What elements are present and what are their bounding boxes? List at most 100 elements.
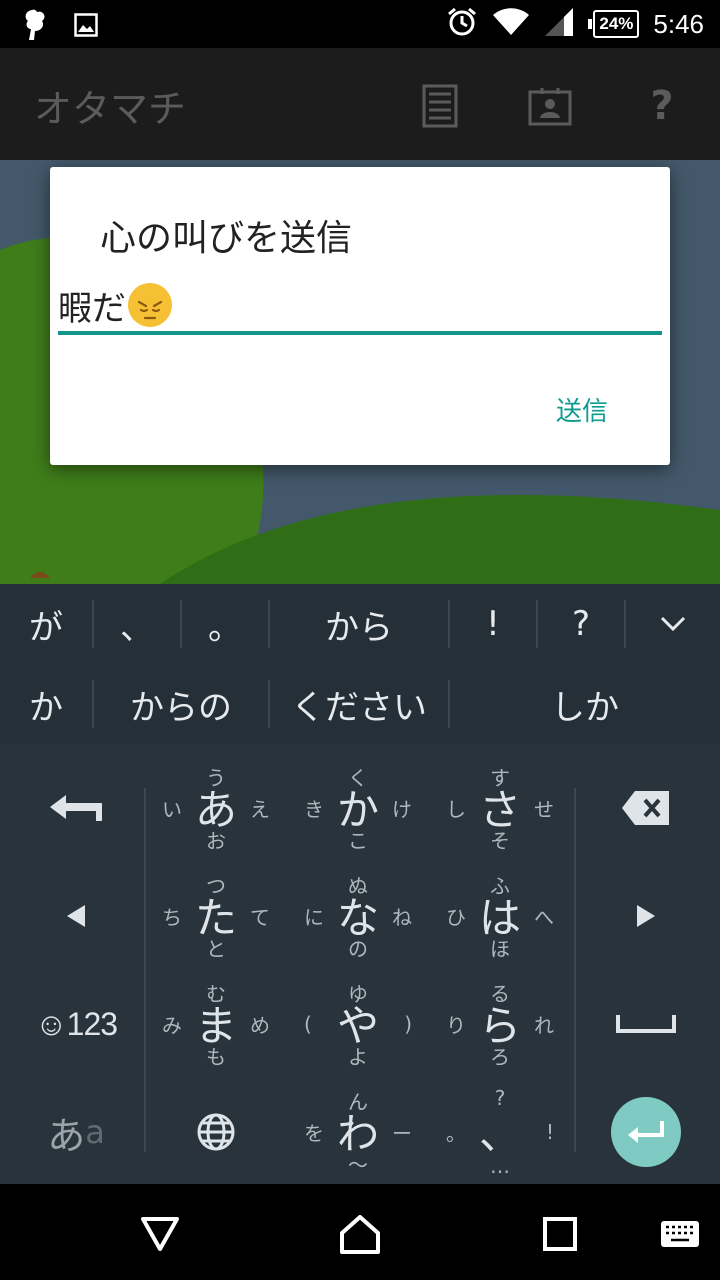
flick-left-label: し: [446, 797, 466, 822]
pensive-face-emoji-icon: [128, 283, 172, 327]
list-button[interactable]: [418, 84, 462, 128]
kana-key-na[interactable]: ぬ に な ね の: [288, 862, 428, 970]
home-icon: [340, 1215, 380, 1254]
flick-right-label: れ: [534, 1013, 554, 1038]
app-bar: オタマチ ?: [0, 48, 720, 160]
flick-down-label: と: [206, 937, 226, 961]
flick-left-label: に: [304, 905, 324, 930]
home-button[interactable]: [334, 1208, 386, 1260]
shout-dialog: 心の叫びを送信 暇だ 送信: [50, 167, 670, 465]
space-bar-icon: [616, 1015, 676, 1033]
flick-right-label: ー: [392, 1121, 412, 1146]
kana-key-ma[interactable]: む み ま め も: [146, 970, 286, 1078]
flick-down-label: ろ: [490, 1045, 510, 1069]
expand-candidates-button[interactable]: [626, 584, 720, 664]
flick-left-label: り: [446, 1013, 466, 1038]
flick-keyboard: ☺123 あa う い あ え お く き か け こ す し さ せ そ つ …: [0, 744, 720, 1184]
recents-button[interactable]: [534, 1208, 586, 1260]
candidate-item[interactable]: !: [450, 584, 536, 664]
candidate-row-1: が 、 。 から ! ?: [0, 584, 720, 664]
wifi-icon: [492, 7, 530, 41]
candidate-item[interactable]: 、: [94, 584, 180, 664]
flick-down-label: よ: [348, 1045, 368, 1069]
kana-key-ra[interactable]: る り ら れ ろ: [430, 970, 570, 1078]
kana-key-wa[interactable]: ん を わ ー 〜: [288, 1078, 428, 1186]
language-switch-key[interactable]: [146, 1078, 286, 1186]
message-text: 暇だ: [58, 288, 126, 329]
keyboard-switch-button[interactable]: [654, 1208, 706, 1260]
flick-down-label: 〜: [348, 1153, 368, 1177]
flick-right-label: せ: [534, 797, 554, 822]
triangle-left-icon: [67, 905, 85, 927]
flick-down-label: の: [348, 937, 368, 961]
back-triangle-icon: [141, 1217, 179, 1251]
dialog-title: 心の叫びを送信: [100, 218, 353, 259]
flick-down-label: こ: [348, 829, 368, 853]
send-button[interactable]: 送信: [556, 391, 608, 428]
alphabet-mode-label: a: [85, 1113, 105, 1151]
flick-left-label: ち: [162, 905, 182, 930]
flick-right-label: え: [250, 797, 270, 822]
flick-down-label: そ: [490, 829, 510, 853]
help-button[interactable]: ?: [640, 83, 684, 129]
kana-key-ya[interactable]: ゆ ( や ) よ: [288, 970, 428, 1078]
candidate-item[interactable]: か: [0, 664, 92, 744]
flick-left-label: き: [304, 797, 324, 822]
flick-down-label: ほ: [490, 937, 510, 961]
undo-key[interactable]: [6, 754, 146, 862]
alarm-icon: [446, 6, 478, 42]
flick-right-label: ね: [392, 905, 412, 930]
clock: 5:46: [653, 8, 704, 39]
cursor-left-key[interactable]: [6, 862, 146, 970]
kana-key-ha[interactable]: ふ ひ は へ ほ: [430, 862, 570, 970]
backspace-key[interactable]: [576, 754, 716, 862]
input-mode-key[interactable]: あa: [6, 1078, 146, 1186]
undo-arrow-icon: [50, 795, 102, 821]
candidate-item[interactable]: しか: [450, 664, 720, 744]
image-notification-icon: [74, 13, 98, 41]
enter-key[interactable]: [576, 1078, 716, 1186]
flick-left-label: み: [162, 1013, 182, 1038]
candidate-bar: が 、 。 から ! ? か からの ください しか: [0, 584, 720, 744]
battery-indicator: 24%: [588, 10, 640, 38]
key-main-label: 、: [478, 1109, 522, 1159]
message-input[interactable]: 暇だ: [58, 279, 662, 335]
question-icon: ?: [650, 83, 674, 129]
battery-level: 24%: [593, 10, 640, 38]
candidate-item[interactable]: 。: [182, 584, 268, 664]
punctuation-key[interactable]: ? 。 、 ! …: [430, 1078, 570, 1186]
candidate-item[interactable]: ?: [538, 584, 624, 664]
candidate-item[interactable]: から: [270, 584, 448, 664]
flick-right-label: !: [545, 1120, 554, 1144]
flick-right-label: め: [250, 1013, 270, 1038]
candidate-item[interactable]: ください: [270, 664, 448, 744]
app-title: オタマチ: [34, 87, 187, 131]
candidate-row-2: か からの ください しか: [0, 664, 720, 744]
kana-key-a[interactable]: う い あ え お: [146, 754, 286, 862]
enter-circle: [611, 1097, 681, 1167]
flick-left-label: い: [162, 797, 182, 822]
kana-key-ka[interactable]: く き か け こ: [288, 754, 428, 862]
space-key[interactable]: [576, 970, 716, 1078]
kana-key-sa[interactable]: す し さ せ そ: [430, 754, 570, 862]
notification-mascot-icon: [22, 8, 48, 46]
flick-down-label: お: [206, 829, 226, 853]
flick-down-label: も: [206, 1045, 226, 1069]
emoji-number-key[interactable]: ☺123: [6, 970, 146, 1078]
candidate-item[interactable]: からの: [94, 664, 268, 744]
flick-right-label: け: [392, 797, 412, 822]
chevron-down-icon: [660, 616, 686, 632]
profile-card-button[interactable]: [528, 84, 572, 128]
back-button[interactable]: [134, 1208, 186, 1260]
return-arrow-icon: [628, 1121, 664, 1143]
candidate-item[interactable]: が: [0, 584, 92, 664]
cursor-right-key[interactable]: [576, 862, 716, 970]
flick-right-label: ): [404, 1012, 412, 1036]
flick-down-label: …: [490, 1154, 510, 1178]
checklist-icon: [422, 84, 458, 128]
flick-right-label: へ: [534, 905, 554, 930]
status-bar: 24% 5:46: [0, 0, 720, 48]
navigation-bar: [0, 1184, 720, 1280]
contact-card-icon: [528, 88, 572, 126]
kana-key-ta[interactable]: つ ち た て と: [146, 862, 286, 970]
